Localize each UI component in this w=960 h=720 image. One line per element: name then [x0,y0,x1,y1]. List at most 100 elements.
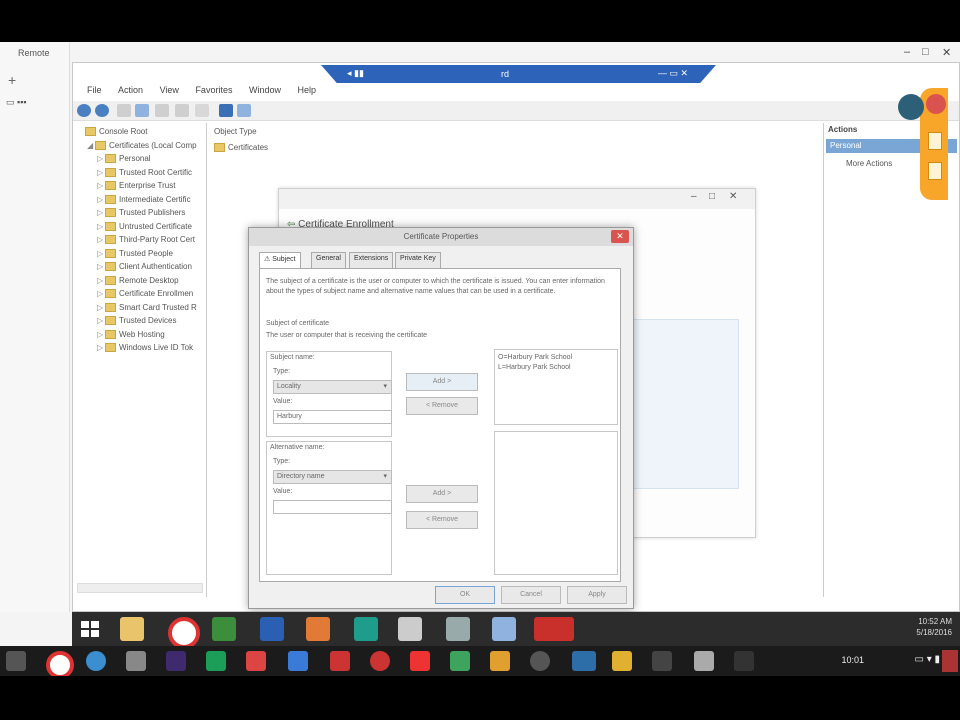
status-area[interactable]: ▭ ▾ ▮ [914,654,940,665]
chrome-icon[interactable] [46,651,74,676]
docs-icon[interactable] [288,651,308,671]
expand-caret-icon[interactable]: ▷ [97,195,105,204]
system-tray[interactable]: 10:52 AM 5/18/2016 [916,616,952,638]
app-icon[interactable] [530,651,550,671]
wizard-maximize-icon[interactable]: □ [709,191,715,202]
app-icon[interactable] [370,651,390,671]
apply-button[interactable]: Apply [567,586,627,604]
menu-help[interactable]: Help [298,85,317,95]
expand-caret-icon[interactable]: ▷ [97,222,105,231]
app-icon[interactable] [490,651,510,671]
drive-icon[interactable] [206,651,226,671]
search-icon[interactable] [6,651,26,671]
remove-alt-button[interactable]: < Remove [406,511,478,529]
expand-caret-icon[interactable]: ▷ [97,235,105,244]
tree-item[interactable]: ▷ Personal [97,154,151,164]
alt-value-input[interactable] [273,500,392,514]
type-select[interactable]: Locality ▾ [273,380,392,394]
tree-item[interactable]: ◢ Certificates (Local Comp [87,141,197,150]
app-icon[interactable] [330,651,350,671]
tree-item[interactable]: ▷ Enterprise Trust [97,181,175,191]
forward-icon[interactable] [95,104,109,117]
tree-item[interactable]: ▷ Windows Live ID Tok [97,343,193,353]
word-icon[interactable] [260,617,284,641]
tree-item[interactable]: ▷ Certificate Enrollmen [97,289,193,299]
app-icon[interactable] [166,651,186,671]
help-icon[interactable] [219,104,233,117]
expand-caret-icon[interactable]: ▷ [97,262,105,271]
avatar[interactable] [942,650,958,672]
tree-item[interactable]: ▷ Trusted People [97,249,173,258]
list-item-certificates[interactable]: Certificates [214,143,268,153]
chrome-icon[interactable] [168,617,200,649]
wizard-close-icon[interactable]: ✕ [729,191,737,202]
app-icon[interactable] [612,651,632,671]
more-actions-link[interactable]: More Actions [846,159,892,168]
expand-caret-icon[interactable]: ▷ [97,276,105,285]
tree-item[interactable]: ▷ Third-Party Root Cert [97,235,195,245]
document-icon[interactable] [928,132,942,150]
add-subject-button[interactable]: Add > [406,373,478,391]
publisher-icon[interactable] [306,617,330,641]
list-item[interactable]: O=Harbury Park School [498,353,572,363]
ok-button[interactable]: OK [435,586,495,604]
menu-file[interactable]: File [87,85,102,95]
refresh-icon[interactable] [195,104,209,117]
expand-caret-icon[interactable]: ◢ [87,141,95,150]
calculator-icon[interactable] [212,617,236,641]
expand-caret-icon[interactable]: ▷ [97,249,105,258]
show-tree-icon[interactable] [135,104,149,117]
youtube-icon[interactable] [410,651,430,671]
column-header-object-type[interactable]: Object Type [214,127,257,136]
expand-caret-icon[interactable]: ▷ [97,289,105,298]
active-app-icon[interactable] [534,617,574,641]
rd-bar-controls[interactable]: — ▭ ✕ [658,68,688,79]
file-explorer-icon[interactable] [120,617,144,641]
expand-caret-icon[interactable]: ▷ [97,208,105,217]
delete-icon[interactable] [175,104,189,117]
expand-caret-icon[interactable]: ▷ [97,181,105,190]
circle-button-icon[interactable] [898,94,924,120]
tree-item[interactable]: ▷ Trusted Publishers [97,208,185,218]
tree-item[interactable]: Console Root [77,127,147,137]
minimize-icon[interactable]: – [904,46,910,58]
tree-item[interactable]: ▷ Smart Card Trusted R [97,303,197,312]
properties-icon[interactable] [237,104,251,117]
outer-side-item[interactable]: ▭ ▪▪▪ [6,97,27,108]
expand-caret-icon[interactable]: ▷ [97,316,105,325]
expand-caret-icon[interactable]: ▷ [97,154,105,163]
app-icon[interactable] [694,651,714,671]
menu-action[interactable]: Action [118,85,143,95]
tree-item[interactable]: ▷ Intermediate Certific [97,195,191,204]
cancel-button[interactable]: Cancel [501,586,561,604]
remote-desktop-connection-bar[interactable]: ◂ ▮▮ rd — ▭ ✕ [321,65,716,83]
app-icon[interactable] [86,651,106,671]
dialog-close-button[interactable]: ✕ [611,230,629,243]
copy-icon[interactable] [155,104,169,117]
tree-item[interactable]: ▷ Trusted Devices [97,316,177,326]
menu-favorites[interactable]: Favorites [195,85,232,95]
expand-caret-icon[interactable]: ▷ [97,168,105,177]
add-alt-button[interactable]: Add > [406,485,478,503]
gmail-icon[interactable] [246,651,266,671]
home-icon[interactable] [734,651,754,671]
document-icon[interactable] [928,162,942,180]
back-icon[interactable] [77,104,91,117]
expand-caret-icon[interactable]: ▷ [97,330,105,339]
value-input[interactable]: Harbury [273,410,392,424]
expand-caret-icon[interactable]: ▷ [97,303,105,312]
project-icon[interactable] [354,617,378,641]
app-icon[interactable] [126,651,146,671]
app-icon[interactable] [652,651,672,671]
remove-subject-button[interactable]: < Remove [406,397,478,415]
maps-icon[interactable] [450,651,470,671]
alt-type-select[interactable]: Directory name ▾ [273,470,392,484]
maximize-icon[interactable]: □ [922,46,929,58]
shelf-clock[interactable]: 10:01 [841,655,864,665]
tree-item[interactable]: ▷ Web Hosting [97,330,165,339]
alt-values-list[interactable] [494,431,618,575]
tree-item[interactable]: ▷ Client Authentication [97,262,192,272]
document-app-icon[interactable] [492,617,516,641]
tree-item[interactable]: ▷ Remote Desktop [97,276,179,285]
close-icon[interactable]: ✕ [942,46,951,59]
